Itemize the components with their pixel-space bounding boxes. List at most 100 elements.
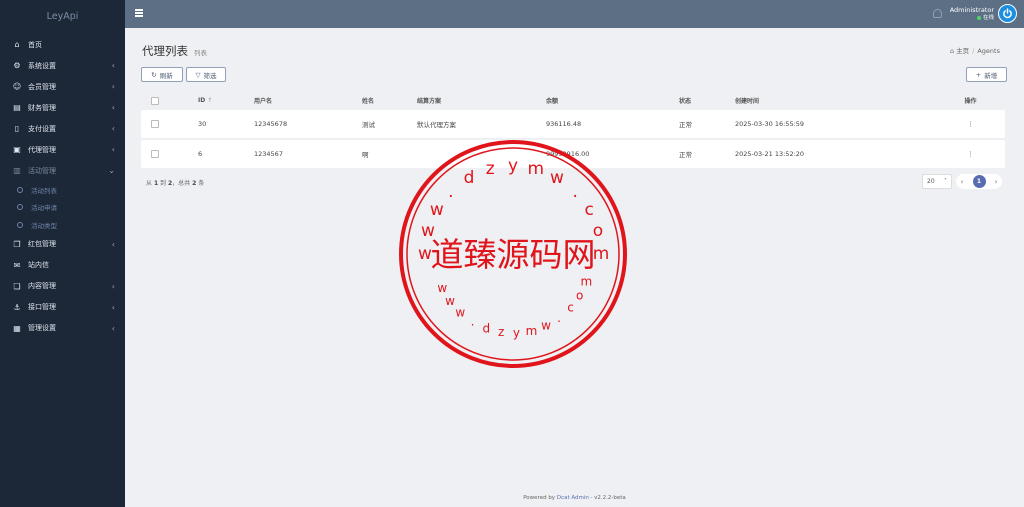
header-status: 状态 — [679, 98, 692, 105]
sidebar-item[interactable]: ❐ 红包管理 ‹ — [0, 234, 125, 255]
cell-name: 啊 — [362, 151, 369, 159]
header-name: 姓名 — [362, 98, 375, 105]
header-plan: 结算方案 — [417, 98, 442, 105]
topbar: Administrator 在线 — [125, 0, 1024, 28]
cell-plan: 默认代理方案 — [417, 121, 456, 129]
anchor-icon: ⚓ — [13, 302, 21, 312]
sidebar-subitem[interactable]: 活动列表 — [0, 181, 125, 199]
chevron-icon: ‹ — [111, 281, 115, 291]
next-page-icon[interactable]: › — [995, 178, 998, 186]
page-subtitle: 列表 — [194, 49, 207, 57]
cell-balance: 99999916.00 — [546, 150, 590, 158]
sidebar-item[interactable]: ✉ 站内信 — [0, 255, 125, 276]
filter-label: 筛选 — [203, 71, 217, 80]
sidebar-subitem[interactable]: 活动申请 — [0, 199, 125, 217]
cell-username: 12345678 — [254, 120, 288, 128]
circle-icon — [17, 221, 23, 228]
sort-icon[interactable]: ↑ — [207, 97, 212, 104]
sidebar-item-label: 代理管理 — [28, 145, 56, 154]
filter-button[interactable]: ▽ 筛选 — [186, 67, 226, 82]
header-id[interactable]: ID ↑ — [198, 97, 254, 104]
menu-toggle-icon[interactable] — [135, 9, 143, 19]
sidebar-item-label: 站内信 — [28, 261, 49, 269]
sidebar-item-label: 内容管理 — [28, 282, 56, 290]
row-actions-icon[interactable]: ⋮ — [936, 150, 1005, 158]
footer-version: · v2.2.2-beta — [590, 495, 626, 501]
cell-name: 测试 — [362, 121, 375, 129]
sidebar-subitem-label: 活动申请 — [31, 204, 57, 213]
header-username: 用户名 — [254, 98, 273, 105]
footer-link[interactable]: Dcat Admin — [557, 495, 589, 501]
sidebar-item[interactable]: ▣ 代理管理 ‹ — [0, 139, 125, 160]
prev-page-icon[interactable]: ‹ — [961, 178, 964, 186]
row-checkbox[interactable] — [151, 150, 159, 158]
pagination: ‹ 1 › — [956, 174, 1002, 189]
refresh-label: 刷新 — [159, 71, 173, 80]
envelope-icon: ✉ — [13, 260, 21, 270]
avatar[interactable] — [998, 4, 1017, 23]
circle-icon — [17, 186, 23, 193]
sidebar-subitem-label: 活动类型 — [31, 221, 57, 230]
sidebar-item-label: 红包管理 — [28, 240, 56, 248]
sidebar-item[interactable]: ❏ 内容管理 ‹ — [0, 276, 125, 297]
sidebar-item[interactable]: ☺ 会员管理 ‹ — [0, 76, 125, 97]
clone-icon: ❐ — [13, 239, 21, 249]
table-row[interactable]: 30 12345678 测试 默认代理方案 936116.48 正常 2025-03-30 … — [141, 110, 1005, 138]
page-current[interactable]: 1 — [972, 175, 986, 188]
sidebar-item[interactable]: ⚙ 系统设置 ‹ — [0, 55, 125, 76]
plus-icon: + — [975, 70, 982, 79]
caret-up-icon: ˄ — [944, 178, 947, 185]
sidebar: LeyApi ⌂ 首页 ⚙ 系统设置 ‹ ☺ 会员管理 ‹ ▤ 财务管理 ‹ ▯ 支付设置 ‹ ▣ 代理管理 ‹… — [0, 0, 125, 507]
main-content: 代理列表 列表 ⌂ 主页 / Agents ↻ 刷新 ▽ 筛选 + 新增 ID ↑ 用… — [125, 28, 1024, 507]
user-menu[interactable]: Administrator 在线 — [950, 6, 994, 22]
sidebar-item-label: 会员管理 — [28, 82, 56, 91]
cell-balance: 936116.48 — [546, 120, 582, 128]
table-row[interactable]: 6 1234567 啊 99999916.00 正常 2025-03-21 13:52:2… — [141, 140, 1005, 168]
sidebar-item-label: 首页 — [28, 40, 42, 49]
sidebar-nav: ⌂ 首页 ⚙ 系统设置 ‹ ☺ 会员管理 ‹ ▤ 财务管理 ‹ ▯ 支付设置 ‹ ▣ 代理管理 ‹ ▥ 活动管理 ⌄ 活… — [0, 34, 125, 339]
power-icon — [1003, 8, 1012, 19]
row-checkbox[interactable] — [151, 120, 159, 128]
page-title: 代理列表 — [142, 44, 188, 58]
circle-icon — [17, 204, 23, 211]
sidebar-item[interactable]: ▤ 财务管理 ‹ — [0, 97, 125, 118]
table-header: ID ↑ 用户名 姓名 结算方案 余额 状态 创建时间 操作 — [141, 91, 1005, 110]
page-size-value: 20 — [927, 178, 935, 185]
cell-created: 2025-03-21 13:52:20 — [735, 150, 805, 158]
chevron-icon: ‹ — [111, 145, 115, 154]
refresh-icon: ↻ — [151, 70, 157, 79]
footer: Powered by Dcat Admin · v2.2.2-beta — [125, 495, 1024, 501]
notification-icon[interactable] — [933, 9, 942, 18]
app-logo[interactable]: LeyApi — [0, 0, 125, 34]
sidebar-subitem[interactable]: 活动类型 — [0, 216, 125, 234]
sidebar-item[interactable]: ▦ 管理设置 ‹ — [0, 318, 125, 339]
sidebar-item[interactable]: ⚓ 接口管理 ‹ — [0, 297, 125, 318]
sidebar-item[interactable]: ⌂ 首页 — [0, 34, 125, 55]
chevron-icon: ‹ — [111, 323, 115, 333]
sidebar-item-label: 支付设置 — [28, 124, 56, 133]
page-size-select[interactable]: 20 ˄ — [922, 174, 952, 189]
add-label: 新增 — [984, 71, 998, 80]
chevron-icon: ‹ — [111, 82, 115, 91]
sidebar-item[interactable]: ▥ 活动管理 ⌄ — [0, 160, 125, 181]
header-balance: 余额 — [546, 98, 559, 105]
pagination-summary: 从 1 到 2，总共 2 条 — [146, 180, 205, 187]
breadcrumb-home[interactable]: 主页 — [956, 47, 969, 55]
row-actions-icon[interactable]: ⋮ — [936, 120, 1005, 128]
refresh-button[interactable]: ↻ 刷新 — [141, 67, 183, 82]
bookmark-icon: ▯ — [14, 124, 20, 133]
database-icon: ▤ — [13, 103, 21, 112]
user-status: 在线 — [950, 14, 994, 22]
agents-table: ID ↑ 用户名 姓名 结算方案 余额 状态 创建时间 操作 30 12345678… — [141, 91, 1005, 170]
cell-id: 30 — [198, 120, 207, 128]
add-button[interactable]: + 新增 — [966, 67, 1007, 82]
cell-status: 正常 — [679, 151, 692, 159]
sidebar-subitem-label: 活动列表 — [31, 186, 57, 195]
select-all-checkbox[interactable] — [151, 96, 159, 105]
footer-prefix: Powered by — [523, 495, 556, 501]
sidebar-item-label: 管理设置 — [28, 324, 56, 332]
chevron-icon: ‹ — [111, 302, 115, 312]
portrait-icon: ▣ — [13, 145, 21, 154]
copy-icon: ❏ — [13, 281, 21, 291]
sidebar-item[interactable]: ▯ 支付设置 ‹ — [0, 118, 125, 139]
